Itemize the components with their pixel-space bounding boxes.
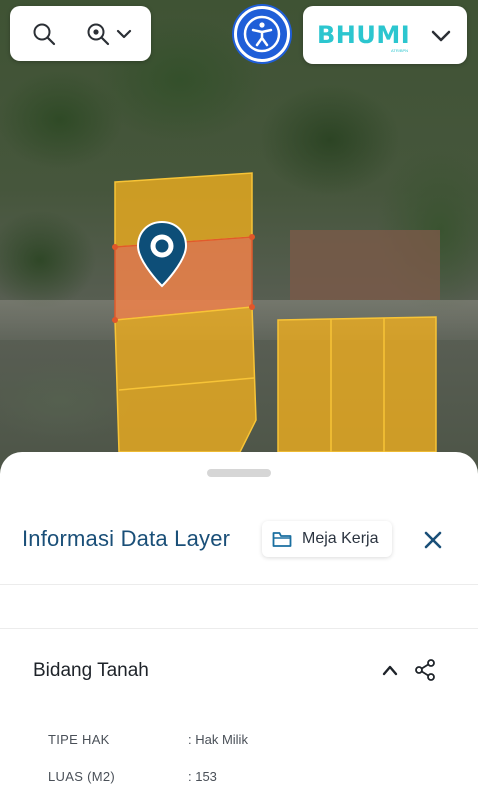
panel-title: Informasi Data Layer — [22, 526, 231, 551]
meja-kerja-label: Meja Kerja — [302, 530, 379, 547]
share-icon[interactable] — [413, 658, 437, 682]
brand-selector[interactable]: BHUMI ATR/BPN — [303, 6, 467, 64]
brand-subtitle: ATR/BPN — [391, 48, 409, 53]
location-search-dropdown[interactable] — [86, 22, 132, 46]
divider — [0, 628, 478, 629]
chevron-up-icon[interactable] — [381, 663, 399, 677]
parcel-east[interactable] — [277, 316, 437, 453]
row-key: LUAS (M2) — [48, 769, 115, 784]
row-value: : Hak Milik — [188, 732, 248, 747]
meja-kerja-button[interactable]: Meja Kerja — [262, 521, 392, 557]
accessibility-icon — [243, 15, 281, 53]
parcel-layer — [112, 172, 437, 453]
map-tools — [10, 6, 151, 61]
row-value: : 153 — [188, 769, 217, 784]
info-bottom-sheet: Informasi Data Layer Meja Kerja Bidang T… — [0, 452, 478, 804]
row-key: TIPE HAK — [48, 732, 110, 747]
divider — [0, 584, 478, 585]
brand-logo: BHUMI — [317, 21, 411, 49]
bidang-tanah-section: Bidang Tanah TIPE HAK : Hak Milik LUAS (… — [0, 630, 478, 804]
chevron-down-icon — [116, 29, 132, 38]
map-view[interactable] — [0, 0, 478, 470]
location-search-icon — [87, 23, 110, 45]
chevron-down-icon — [431, 30, 451, 42]
map-pin-icon[interactable] — [135, 220, 189, 288]
folder-icon — [272, 531, 292, 547]
close-icon[interactable] — [420, 527, 446, 553]
sheet-drag-handle[interactable] — [207, 469, 271, 477]
accessibility-button[interactable] — [234, 6, 290, 62]
section-title: Bidang Tanah — [33, 660, 149, 681]
search-icon[interactable] — [32, 22, 56, 46]
